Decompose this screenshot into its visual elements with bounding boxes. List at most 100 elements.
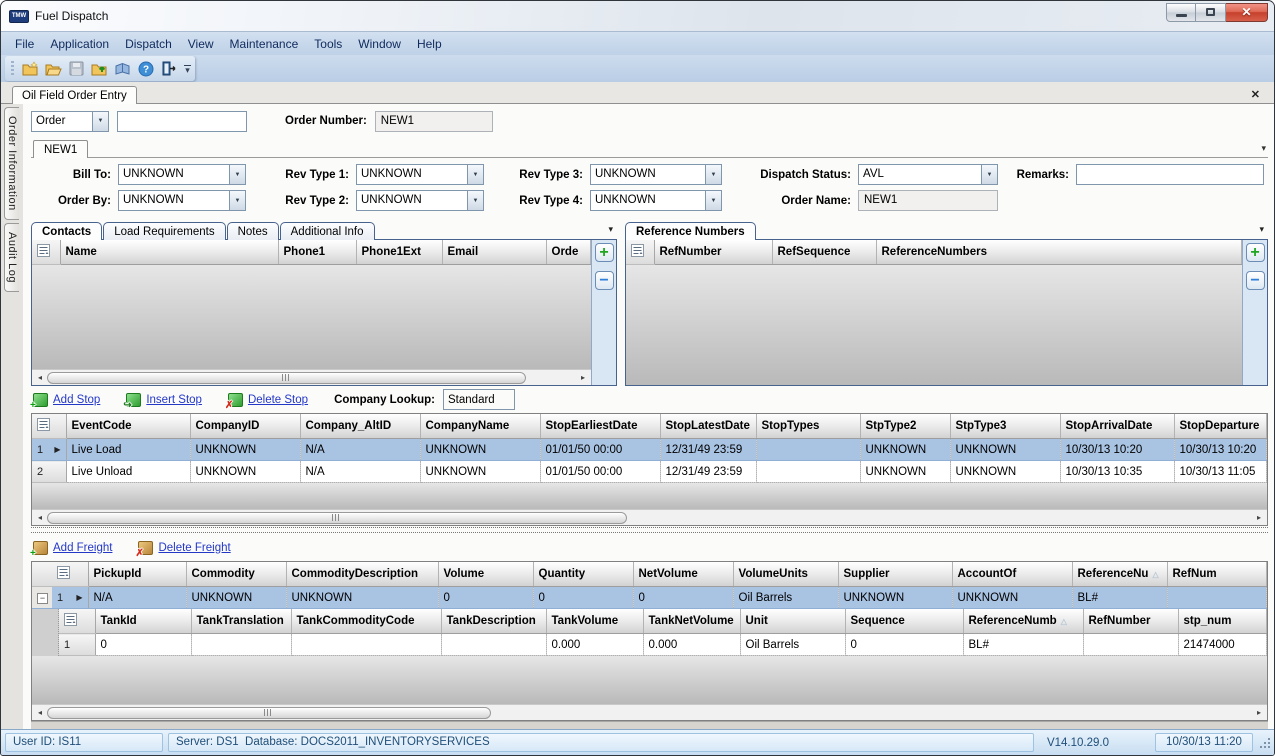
export-icon[interactable] bbox=[89, 59, 110, 79]
order-tab-dropdown-icon[interactable]: ▾ bbox=[1261, 143, 1266, 154]
cell[interactable]: N/A bbox=[300, 439, 420, 461]
tab-notes[interactable]: Notes bbox=[227, 222, 279, 240]
col-header[interactable]: StopArrivalDate bbox=[1060, 414, 1174, 439]
cell[interactable]: Oil Barrels bbox=[740, 634, 845, 656]
tab-order-information[interactable]: Order Information bbox=[4, 107, 19, 220]
lookup-search-input[interactable] bbox=[117, 111, 247, 132]
delete-stop-button[interactable]: ✗ Delete Stop bbox=[228, 393, 308, 407]
scroll-thumb[interactable] bbox=[47, 707, 491, 719]
rev-type-2-combo[interactable]: UNKNOWN ▼ bbox=[356, 190, 484, 211]
dropdown-icon[interactable]: ▼ bbox=[92, 112, 108, 131]
cell[interactable] bbox=[756, 461, 860, 483]
cell[interactable]: Oil Barrels bbox=[733, 587, 838, 609]
delete-freight-button[interactable]: ✗ Delete Freight bbox=[138, 541, 230, 555]
add-freight-link[interactable]: Add Freight bbox=[53, 542, 112, 554]
save-icon[interactable] bbox=[66, 59, 87, 79]
remove-contact-button[interactable]: − bbox=[595, 271, 614, 290]
cell[interactable] bbox=[1167, 587, 1267, 609]
rev-type-3-combo[interactable]: UNKNOWN ▼ bbox=[590, 164, 722, 185]
col-header-referencenumbers[interactable]: ReferenceNumbers bbox=[876, 240, 1242, 265]
cell[interactable]: UNKNOWN bbox=[420, 461, 540, 483]
cell[interactable]: UNKNOWN bbox=[950, 439, 1060, 461]
section-divider[interactable] bbox=[31, 527, 1268, 533]
exit-icon[interactable] bbox=[158, 59, 179, 79]
col-header[interactable]: TankVolume bbox=[546, 609, 643, 634]
lookup-type-combo[interactable]: Order ▼ bbox=[31, 111, 109, 132]
col-header[interactable]: TankNetVolume bbox=[643, 609, 740, 634]
menu-application[interactable]: Application bbox=[42, 34, 117, 54]
add-freight-button[interactable]: + Add Freight bbox=[33, 541, 112, 555]
scroll-right-icon[interactable]: ▸ bbox=[1252, 708, 1266, 717]
col-header[interactable]: ReferenceNumb△ bbox=[963, 609, 1083, 634]
scroll-thumb[interactable] bbox=[47, 372, 526, 384]
restore-button[interactable] bbox=[1196, 3, 1226, 22]
cell[interactable]: 01/01/50 00:00 bbox=[540, 461, 660, 483]
col-header-orderby[interactable]: Orde bbox=[546, 240, 591, 265]
cell[interactable]: UNKNOWN bbox=[860, 439, 950, 461]
col-header[interactable]: TankId bbox=[95, 609, 191, 634]
bill-to-combo[interactable]: UNKNOWN ▼ bbox=[118, 164, 246, 185]
cell[interactable]: 0 bbox=[438, 587, 533, 609]
cell[interactable]: 12/31/49 23:59 bbox=[660, 439, 756, 461]
reference-tabs-dropdown-icon[interactable]: ▾ bbox=[1259, 224, 1264, 235]
cell[interactable] bbox=[191, 634, 291, 656]
minimize-button[interactable] bbox=[1166, 3, 1196, 22]
cell[interactable]: UNKNOWN bbox=[286, 587, 438, 609]
dropdown-icon[interactable]: ▼ bbox=[705, 191, 721, 210]
scroll-right-icon[interactable]: ▸ bbox=[576, 373, 590, 382]
col-header[interactable]: VolumeUnits bbox=[733, 562, 838, 587]
scroll-left-icon[interactable]: ◂ bbox=[33, 708, 47, 717]
contacts-horizontal-scrollbar[interactable]: ◂ ▸ bbox=[32, 369, 591, 385]
cell[interactable]: UNKNOWN bbox=[420, 439, 540, 461]
insert-stop-link[interactable]: Insert Stop bbox=[146, 394, 202, 406]
cell[interactable]: UNKNOWN bbox=[838, 587, 952, 609]
scroll-left-icon[interactable]: ◂ bbox=[33, 373, 47, 382]
tab-oil-field-order-entry[interactable]: Oil Field Order Entry bbox=[12, 86, 137, 104]
cell[interactable]: BL# bbox=[1072, 587, 1167, 609]
cell[interactable]: 0 bbox=[533, 587, 633, 609]
col-header[interactable]: CompanyID bbox=[190, 414, 300, 439]
col-header[interactable]: TankCommodityCode bbox=[291, 609, 441, 634]
field-chooser-icon[interactable] bbox=[57, 566, 70, 579]
col-header[interactable]: NetVolume bbox=[633, 562, 733, 587]
cell[interactable]: 21474000 bbox=[1178, 634, 1267, 656]
freight-row-1[interactable]: − 1▶ N/A UNKNOWN UNKNOWN 0 0 0 Oil Barre… bbox=[32, 587, 1267, 609]
col-header[interactable]: EventCode bbox=[66, 414, 190, 439]
col-header[interactable]: Sequence bbox=[845, 609, 963, 634]
menu-tools[interactable]: Tools bbox=[306, 34, 350, 54]
add-stop-link[interactable]: Add Stop bbox=[53, 394, 100, 406]
dropdown-icon[interactable]: ▼ bbox=[229, 165, 245, 184]
cell[interactable]: BL# bbox=[963, 634, 1083, 656]
menu-window[interactable]: Window bbox=[350, 34, 409, 54]
cell[interactable] bbox=[1083, 634, 1178, 656]
col-header[interactable]: StopEarliestDate bbox=[540, 414, 660, 439]
col-header[interactable]: CompanyName bbox=[420, 414, 540, 439]
delete-stop-link[interactable]: Delete Stop bbox=[248, 394, 308, 406]
rev-type-1-combo[interactable]: UNKNOWN ▼ bbox=[356, 164, 484, 185]
field-chooser-icon[interactable] bbox=[37, 418, 50, 431]
remarks-input[interactable] bbox=[1076, 164, 1264, 185]
dispatch-status-combo[interactable]: AVL ▼ bbox=[858, 164, 998, 185]
cell[interactable]: 0 bbox=[845, 634, 963, 656]
document-close-icon[interactable]: ✕ bbox=[1251, 88, 1260, 101]
cell[interactable]: N/A bbox=[300, 461, 420, 483]
field-chooser-icon[interactable] bbox=[631, 244, 644, 257]
collapse-row-icon[interactable]: − bbox=[37, 593, 48, 604]
cell[interactable]: UNKNOWN bbox=[950, 461, 1060, 483]
menu-maintenance[interactable]: Maintenance bbox=[222, 34, 307, 54]
cell[interactable]: N/A bbox=[88, 587, 186, 609]
col-header[interactable]: StopTypes bbox=[756, 414, 860, 439]
cell[interactable]: 0.000 bbox=[546, 634, 643, 656]
col-header-phone1[interactable]: Phone1 bbox=[278, 240, 356, 265]
remove-reference-button[interactable]: − bbox=[1246, 271, 1265, 290]
tab-reference-numbers[interactable]: Reference Numbers bbox=[625, 222, 756, 240]
dropdown-icon[interactable]: ▼ bbox=[229, 191, 245, 210]
cell[interactable]: 10/30/13 11:05 bbox=[1174, 461, 1267, 483]
col-header[interactable]: Volume bbox=[438, 562, 533, 587]
col-header[interactable]: TankTranslation bbox=[191, 609, 291, 634]
col-header[interactable]: StopDeparture bbox=[1174, 414, 1267, 439]
col-header[interactable]: AccountOf bbox=[952, 562, 1072, 587]
insert-stop-button[interactable]: ↪ Insert Stop bbox=[126, 393, 202, 407]
toolbar-overflow-icon[interactable]: ▾ bbox=[184, 65, 191, 73]
col-header[interactable]: RefNumber bbox=[1083, 609, 1178, 634]
